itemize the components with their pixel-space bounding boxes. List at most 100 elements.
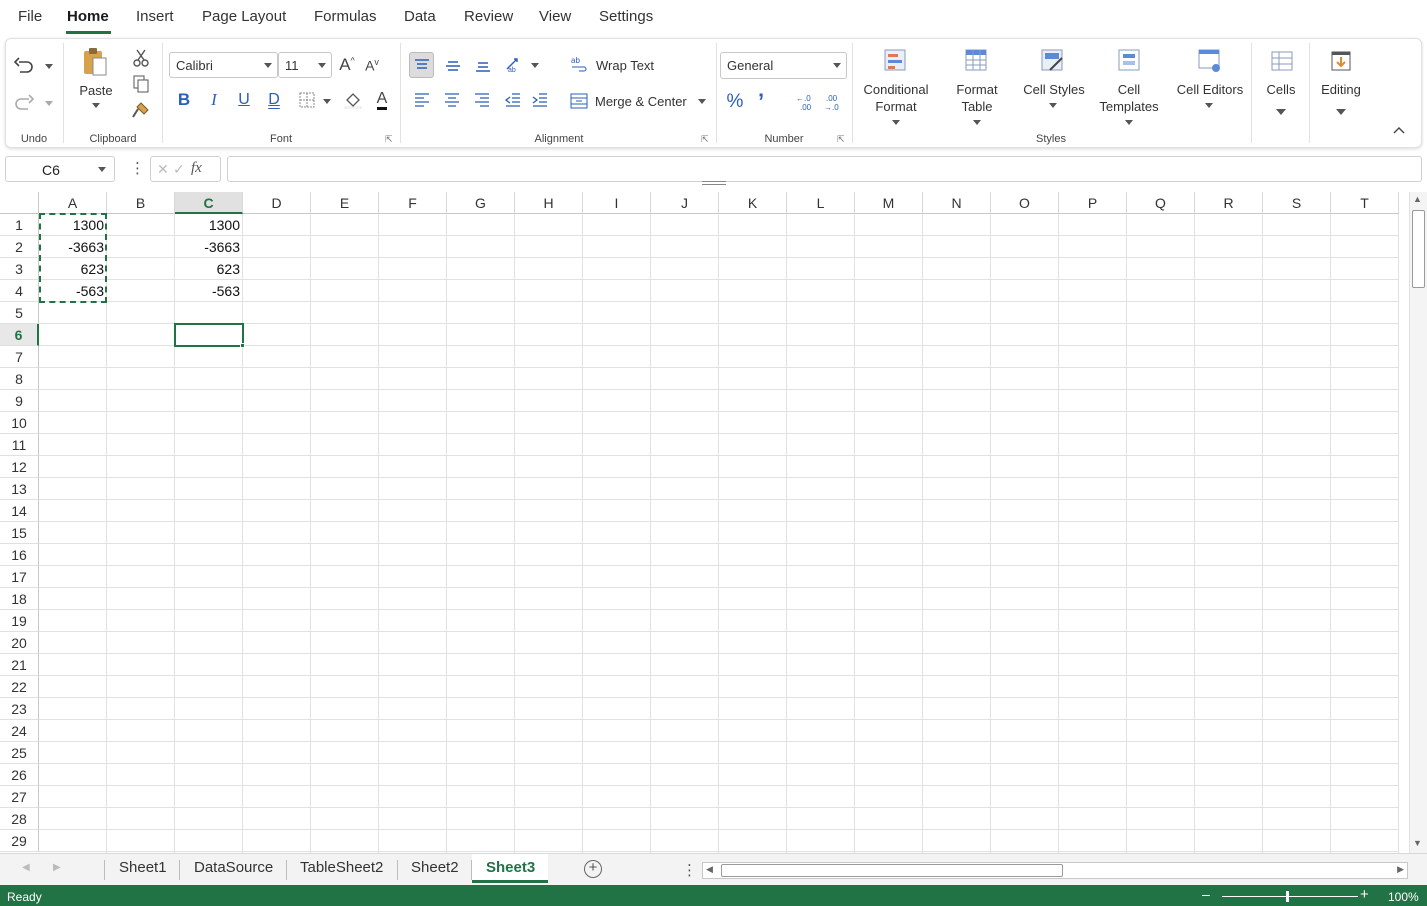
menu-settings[interactable]: Settings [599,8,653,25]
number-format-select[interactable]: General [720,52,847,79]
row-header-25[interactable]: 25 [0,742,39,764]
cell-c3[interactable]: 623 [175,258,243,280]
format-painter-button[interactable] [130,99,152,121]
scroll-down-icon[interactable]: ▼ [1413,838,1422,848]
row-header-23[interactable]: 23 [0,698,39,720]
scroll-up-icon[interactable]: ▲ [1413,194,1422,204]
merge-center-dropdown-icon[interactable] [698,99,706,104]
row-header-27[interactable]: 27 [0,786,39,808]
row-header-22[interactable]: 22 [0,676,39,698]
horizontal-scrollbar[interactable]: ◀ ▶ [702,862,1408,879]
cells-button[interactable]: Cells [1256,81,1306,98]
borders-dropdown-icon[interactable] [323,99,331,104]
zoom-out-icon[interactable]: – [1202,886,1210,902]
column-header-e[interactable]: E [311,192,379,214]
column-header-f[interactable]: F [379,192,447,214]
row-header-1[interactable]: 1 [0,214,39,236]
undo-button[interactable] [12,53,36,77]
column-header-b[interactable]: B [107,192,175,214]
align-top-button[interactable] [409,52,434,78]
cell-c4[interactable]: -563 [175,280,243,302]
merge-center-button[interactable]: Merge & Center [595,94,687,109]
cell-styles-dropdown-icon[interactable] [1049,103,1057,108]
row-header-9[interactable]: 9 [0,390,39,412]
cut-button[interactable] [130,47,152,69]
sheet-tab-datasource[interactable]: DataSource [194,859,273,876]
row-header-12[interactable]: 12 [0,456,39,478]
row-header-14[interactable]: 14 [0,500,39,522]
column-header-m[interactable]: M [855,192,923,214]
vertical-scroll-thumb[interactable] [1412,210,1425,288]
italic-button[interactable]: I [203,89,225,111]
row-header-2[interactable]: 2 [0,236,39,258]
formula-input[interactable] [227,156,1422,182]
row-header-4[interactable]: 4 [0,280,39,302]
scroll-tabs-left-icon[interactable]: ◀ [22,862,30,873]
decrease-font-size-button[interactable]: Av [362,54,382,76]
increase-decimal-button[interactable]: ←.0.00 [795,91,817,113]
cell-templates-button[interactable]: Cell Templates [1094,81,1164,115]
font-color-button[interactable]: A [371,89,393,111]
conditional-format-dropdown-icon[interactable] [892,120,900,125]
row-header-6[interactable]: 6 [0,324,39,346]
copy-button[interactable] [130,73,152,95]
cell-templates-dropdown-icon[interactable] [1125,120,1133,125]
format-table-button[interactable]: Format Table [942,81,1012,115]
wrap-text-button[interactable]: Wrap Text [596,58,654,73]
column-header-a[interactable]: A [39,192,107,214]
fill-color-button[interactable] [342,89,364,111]
row-header-8[interactable]: 8 [0,368,39,390]
zoom-slider-thumb[interactable] [1286,891,1289,902]
scroll-tabs-right-icon[interactable]: ▶ [53,862,61,873]
row-header-16[interactable]: 16 [0,544,39,566]
alignment-dialog-launcher-icon[interactable]: ⇱ [701,134,709,145]
zoom-level[interactable]: 100% [1388,890,1419,904]
cell-c1[interactable]: 1300 [175,214,243,236]
sheet-tab-tablesheet2[interactable]: TableSheet2 [300,859,383,876]
cell-editors-button[interactable]: Cell Editors [1168,81,1252,98]
row-header-7[interactable]: 7 [0,346,39,368]
align-middle-button[interactable] [440,53,465,79]
vertical-scrollbar[interactable]: ▲ ▼ [1409,192,1427,853]
paste-button[interactable] [80,45,110,79]
underline-button[interactable]: U [233,89,255,111]
align-center-button[interactable] [441,89,463,111]
align-left-button[interactable] [411,89,433,111]
row-header-5[interactable]: 5 [0,302,39,324]
format-table-dropdown-icon[interactable] [973,120,981,125]
comma-style-button[interactable]: ’ [752,89,770,114]
column-header-s[interactable]: S [1263,192,1331,214]
row-header-26[interactable]: 26 [0,764,39,786]
menu-insert[interactable]: Insert [136,8,174,25]
tab-options-icon[interactable]: ⋮ [682,861,697,879]
font-dialog-launcher-icon[interactable]: ⇱ [385,134,393,145]
spreadsheet-grid[interactable]: A B C D E F G H I J K L M N O P Q R S T 1 2 3 4 5 6 7 8 9 10 11 12 13 14 1… [0,192,1409,853]
select-all-corner[interactable] [0,192,39,214]
column-header-g[interactable]: G [447,192,515,214]
collapse-ribbon-button[interactable] [1391,123,1407,137]
align-bottom-button[interactable] [470,53,495,79]
align-right-button[interactable] [471,89,493,111]
menu-home[interactable]: Home [67,8,109,25]
row-header-18[interactable]: 18 [0,588,39,610]
cancel-icon[interactable]: ✕ [157,161,169,178]
paste-dropdown-icon[interactable] [92,103,100,108]
conditional-format-button[interactable]: Conditional Format [856,81,936,115]
orientation-dropdown-icon[interactable] [531,63,539,68]
row-header-28[interactable]: 28 [0,808,39,830]
row-header-3[interactable]: 3 [0,258,39,280]
row-header-24[interactable]: 24 [0,720,39,742]
decrease-decimal-button[interactable]: .00 →.0 [823,91,845,113]
borders-button[interactable] [296,89,318,111]
formula-bar-resize-handle[interactable] [702,181,726,185]
row-header-17[interactable]: 17 [0,566,39,588]
row-header-20[interactable]: 20 [0,632,39,654]
cell-c2[interactable]: -3663 [175,236,243,258]
sheet-tab-sheet2[interactable]: Sheet2 [411,859,459,876]
menu-review[interactable]: Review [464,8,513,25]
column-header-q[interactable]: Q [1127,192,1195,214]
column-header-l[interactable]: L [787,192,855,214]
column-header-i[interactable]: I [583,192,651,214]
column-header-p[interactable]: P [1059,192,1127,214]
check-icon[interactable]: ✓ [173,161,185,178]
